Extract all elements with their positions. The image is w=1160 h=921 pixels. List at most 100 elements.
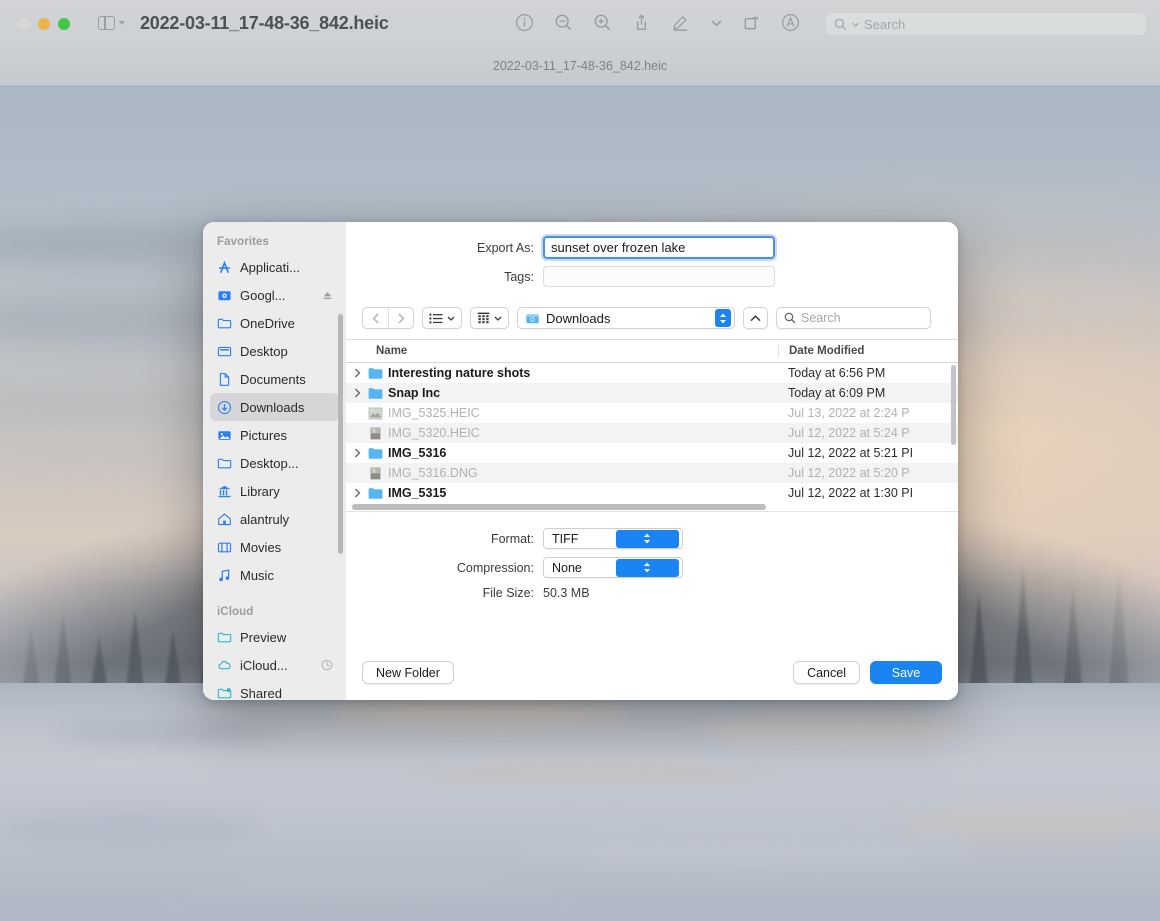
sidebar-section-header-favorites: Favorites [203, 236, 346, 253]
grid-view-icon [477, 312, 490, 324]
chevron-down-icon [852, 22, 859, 27]
sidebar-item-label: Shared [240, 686, 282, 701]
search-icon [834, 18, 847, 31]
scrollbar-thumb[interactable] [352, 504, 766, 510]
tags-label: Tags: [346, 270, 543, 284]
tags-input[interactable] [543, 266, 775, 287]
export-as-input[interactable]: sunset over frozen lake [543, 236, 775, 259]
file-date: Jul 12, 2022 at 5:21 PI [778, 446, 958, 460]
save-button[interactable]: Save [870, 661, 942, 684]
file-name: Snap Inc [388, 386, 440, 400]
chevron-down-icon[interactable] [711, 19, 722, 27]
table-row[interactable]: IMG_5315 Jul 12, 2022 at 1:30 PI [346, 483, 958, 503]
traffic-lights[interactable] [18, 18, 70, 30]
sidebar-item-documents[interactable]: Documents [210, 365, 339, 393]
sidebar-icon [98, 16, 115, 30]
sidebar-item-label: alantruly [240, 512, 289, 527]
file-list-horizontal-scrollbar[interactable] [346, 503, 958, 512]
file-browser-navbar: Downloads Search [346, 304, 958, 339]
tags-row: Tags: [346, 266, 958, 287]
table-row[interactable]: IMG_5316 Jul 12, 2022 at 5:21 PI [346, 443, 958, 463]
format-select[interactable]: TIFF [543, 528, 683, 549]
sidebar-item-icloud-drive[interactable]: iCloud... [210, 651, 339, 679]
disclosure-triangle-icon[interactable] [351, 388, 363, 398]
rotate-icon[interactable] [742, 13, 761, 32]
export-as-label: Export As: [346, 241, 543, 255]
sidebar-item-desktop[interactable]: Desktop [210, 337, 339, 365]
table-row[interactable]: Snap Inc Today at 6:09 PM [346, 383, 958, 403]
sidebar-item-movies[interactable]: Movies [210, 533, 339, 561]
sidebar-toggle-button[interactable] [98, 16, 125, 30]
search-icon [784, 312, 796, 324]
preview-search-placeholder: Search [864, 17, 905, 32]
close-window-button[interactable] [18, 18, 30, 30]
back-forward-segment[interactable] [362, 307, 414, 329]
progress-icon [321, 659, 333, 671]
sidebar-item-shared[interactable]: Shared [210, 679, 339, 700]
file-name: IMG_5315 [388, 486, 446, 500]
sidebar-item-library[interactable]: Library [210, 477, 339, 505]
sidebar-item-label: Documents [240, 372, 306, 387]
compression-label: Compression: [346, 561, 543, 575]
go-up-button[interactable] [743, 307, 768, 329]
library-icon [216, 483, 233, 500]
sidebar-item-desktop-alt[interactable]: Desktop... [210, 449, 339, 477]
folder-stepper[interactable] [715, 309, 731, 327]
sidebar-item-label: Desktop... [240, 456, 299, 471]
folder-icon [368, 447, 383, 460]
sidebar-item-applications[interactable]: Applicati... [210, 253, 339, 281]
disclosure-triangle-icon[interactable] [351, 448, 363, 458]
sidebar-item-preview[interactable]: Preview [210, 623, 339, 651]
icloud-icon [216, 657, 233, 674]
filesize-row: File Size: 50.3 MB [346, 586, 958, 600]
folder-icon [216, 315, 233, 332]
table-row[interactable]: Interesting nature shots Today at 6:56 P… [346, 363, 958, 383]
file-list-vertical-scrollbar[interactable] [951, 365, 956, 445]
filesize-label: File Size: [346, 586, 543, 600]
app-root: 2022-03-11_17-48-36_842.heic [0, 0, 1160, 921]
file-search-input[interactable]: Search [776, 307, 931, 329]
file-name: Interesting nature shots [388, 366, 530, 380]
table-row: IMG_5325.HEIC Jul 13, 2022 at 2:24 P [346, 403, 958, 423]
minimize-window-button[interactable] [38, 18, 50, 30]
format-value: TIFF [552, 532, 616, 546]
sidebar-item-downloads[interactable]: Downloads [210, 393, 339, 421]
current-folder-popup[interactable]: Downloads [517, 307, 735, 329]
back-button[interactable] [363, 308, 388, 328]
cancel-button[interactable]: Cancel [793, 661, 860, 684]
view-list-button[interactable] [422, 307, 462, 329]
view-group-button[interactable] [470, 307, 509, 329]
zoom-out-icon[interactable] [554, 13, 573, 32]
sidebar-item-label: Desktop [240, 344, 288, 359]
export-save-dialog: Favorites Applicati... Googl... OneDrive… [203, 222, 958, 700]
column-header-name[interactable]: Name [346, 345, 778, 357]
compression-select[interactable]: None [543, 557, 683, 578]
sidebar-item-pictures[interactable]: Pictures [210, 421, 339, 449]
disclosure-triangle-icon[interactable] [351, 488, 363, 498]
column-header-date[interactable]: Date Modified [778, 345, 958, 357]
maximize-window-button[interactable] [58, 18, 70, 30]
annotate-icon[interactable] [781, 13, 800, 32]
sidebar-item-music[interactable]: Music [210, 561, 339, 589]
disclosure-triangle-icon[interactable] [351, 368, 363, 378]
folder-icon [216, 629, 233, 646]
new-folder-button[interactable]: New Folder [362, 661, 454, 684]
eject-icon[interactable] [322, 290, 333, 301]
markup-pen-icon[interactable] [671, 13, 691, 32]
dialog-sidebar: Favorites Applicati... Googl... OneDrive… [203, 222, 346, 700]
share-icon[interactable] [632, 13, 651, 32]
file-name: IMG_5325.HEIC [388, 406, 480, 420]
preview-search-field[interactable]: Search [826, 13, 1146, 35]
file-name: IMG_5316.DNG [388, 466, 478, 480]
zoom-in-icon[interactable] [593, 13, 612, 32]
sidebar-item-onedrive[interactable]: OneDrive [210, 309, 339, 337]
info-icon[interactable] [515, 13, 534, 32]
google-drive-icon [216, 287, 233, 304]
sidebar-item-label: Library [240, 484, 280, 499]
sidebar-scrollbar[interactable] [338, 314, 343, 554]
sidebar-item-home[interactable]: alantruly [210, 505, 339, 533]
sidebar-item-google-drive[interactable]: Googl... [210, 281, 339, 309]
forward-button[interactable] [388, 308, 413, 328]
file-name: IMG_5320.HEIC [388, 426, 480, 440]
dialog-footer: New Folder Cancel Save [346, 661, 958, 700]
